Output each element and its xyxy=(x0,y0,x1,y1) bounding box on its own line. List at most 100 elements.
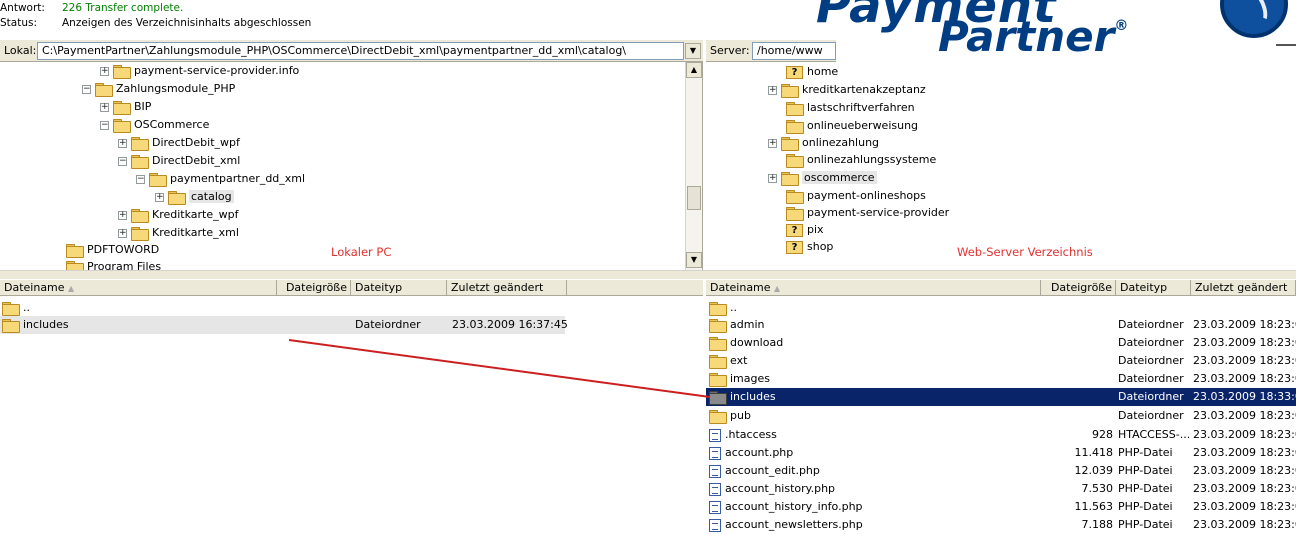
local-path-dropdown[interactable]: ▼ xyxy=(685,43,701,59)
col-modified[interactable]: Zuletzt geändert xyxy=(1191,280,1296,296)
tree-item[interactable]: PDFTOWORD xyxy=(66,241,159,259)
col-type[interactable]: Dateityp xyxy=(1116,280,1191,296)
col-modified[interactable]: Zuletzt geändert xyxy=(447,280,567,296)
collapse-icon[interactable]: − xyxy=(118,156,127,166)
log-value: 226 Transfer complete. xyxy=(62,2,184,14)
tree-item[interactable]: + Kreditkarte_wpf xyxy=(118,206,239,224)
file-name: .. xyxy=(730,301,737,314)
folder-icon xyxy=(786,120,804,134)
expand-icon[interactable]: + xyxy=(100,102,109,112)
file-type: Dateiordner xyxy=(1118,409,1184,422)
col-filename[interactable]: Dateiname ▲ xyxy=(706,280,1041,296)
remote-path-input[interactable]: /home/www xyxy=(752,42,836,60)
folder-icon xyxy=(131,155,149,169)
list-item[interactable]: images Dateiordner 23.03.2009 18:23:0 xyxy=(706,370,1296,388)
list-item[interactable]: download Dateiordner 23.03.2009 18:23:0 xyxy=(706,334,1296,352)
file-name: images xyxy=(730,372,770,385)
tree-item-selected[interactable]: + catalog xyxy=(155,188,234,206)
file-size: 11.418 xyxy=(1074,446,1114,459)
file-name: .. xyxy=(23,301,30,314)
tree-item[interactable]: + onlinezahlung xyxy=(768,134,879,152)
list-item[interactable]: .. xyxy=(0,299,703,317)
tree-item[interactable]: Program Files xyxy=(66,258,161,270)
list-item-selected[interactable]: includes Dateiordner 23.03.2009 16:37:45 xyxy=(0,316,567,334)
list-item-selected[interactable]: includes Dateiordner 23.03.2009 18:33:0 xyxy=(706,388,1296,406)
folder-icon xyxy=(786,154,804,168)
tree-item[interactable]: ? pix xyxy=(786,221,824,239)
scroll-down-button[interactable]: ▼ xyxy=(686,252,702,268)
tree-item[interactable]: + BIP xyxy=(100,98,151,116)
file-name: pub xyxy=(730,409,751,422)
tree-item[interactable]: + Kreditkarte_xml xyxy=(118,224,239,242)
expand-icon[interactable]: + xyxy=(155,192,164,202)
file-type: PHP-Datei xyxy=(1118,500,1173,513)
list-item[interactable]: account_newsletters.php 7.188 PHP-Datei 23.… xyxy=(706,516,1296,534)
tree-item[interactable]: payment-service-provider xyxy=(786,204,949,222)
col-size[interactable]: Dateigröße xyxy=(1041,280,1116,296)
list-item[interactable]: account_edit.php 12.039 PHP-Datei 23.03.200… xyxy=(706,462,1296,480)
file-modified: 23.03.2009 18:23:0 xyxy=(1193,428,1296,441)
list-item[interactable]: ext Dateiordner 23.03.2009 18:23:0 xyxy=(706,352,1296,370)
local-tree-scrollbar[interactable]: ▲ ▼ xyxy=(685,62,702,270)
expand-icon[interactable]: + xyxy=(118,228,127,238)
file-size: 7.530 xyxy=(1081,482,1114,495)
tree-item[interactable]: ? shop xyxy=(786,238,833,256)
col-filename[interactable]: Dateiname ▲ xyxy=(0,280,277,296)
col-size[interactable]: Dateigröße xyxy=(277,280,351,296)
tree-item[interactable]: − OSCommerce xyxy=(100,116,209,134)
file-type: Dateiordner xyxy=(1118,390,1184,403)
expand-icon[interactable]: + xyxy=(768,85,777,95)
expand-icon[interactable]: + xyxy=(118,138,127,148)
tree-item-label: payment-service-provider xyxy=(807,206,950,219)
file-name: account_history.php xyxy=(725,482,836,495)
tree-item[interactable]: + payment-service-provider.info xyxy=(100,62,299,80)
file-modified: 23.03.2009 18:23:0 xyxy=(1193,518,1296,531)
tree-item[interactable]: + DirectDebit_wpf xyxy=(118,134,240,152)
tree-item-label: kreditkartenakzeptanz xyxy=(802,83,926,96)
tree-item[interactable]: + kreditkartenakzeptanz xyxy=(768,81,926,99)
col-type[interactable]: Dateityp xyxy=(351,280,447,296)
tree-item[interactable]: − DirectDebit_xml xyxy=(118,152,240,170)
list-item[interactable]: account_history.php 7.530 PHP-Datei 23.03.2… xyxy=(706,480,1296,498)
file-name: .htaccess xyxy=(725,428,777,441)
expand-icon[interactable]: + xyxy=(768,173,777,183)
folder-icon xyxy=(113,101,131,115)
collapse-icon[interactable]: − xyxy=(136,174,145,184)
tree-item[interactable]: − Zahlungsmodule_PHP xyxy=(82,80,235,98)
tree-item[interactable]: payment-onlineshops xyxy=(786,187,926,205)
tree-item[interactable]: − paymentpartner_dd_xml xyxy=(136,170,305,188)
local-path-input[interactable]: C:\PaymentPartner\Zahlungsmodule_PHP\OSC… xyxy=(37,42,684,60)
folder-icon xyxy=(786,190,804,204)
scroll-up-button[interactable]: ▲ xyxy=(686,62,702,78)
list-item[interactable]: account.php 11.418 PHP-Datei 23.03.2009 18:… xyxy=(706,444,1296,462)
list-item[interactable]: account_history_info.php 11.563 PHP-Datei 2… xyxy=(706,498,1296,516)
list-item[interactable]: .. xyxy=(706,299,1296,317)
tree-item-label: oscommerce xyxy=(802,171,877,184)
file-modified: 23.03.2009 18:23:0 xyxy=(1193,409,1296,422)
expand-icon[interactable]: + xyxy=(768,138,777,148)
expand-icon[interactable]: + xyxy=(118,210,127,220)
collapse-icon[interactable]: − xyxy=(100,120,109,130)
file-modified: 23.03.2009 16:37:45 xyxy=(452,318,567,331)
file-type: PHP-Datei xyxy=(1118,518,1173,531)
message-log: Antwort: 226 Transfer complete. Status: An… xyxy=(0,0,790,34)
folder-icon xyxy=(131,137,149,151)
tree-item-label: DirectDebit_xml xyxy=(152,154,241,167)
tree-item-selected[interactable]: + oscommerce xyxy=(768,169,877,187)
tree-item[interactable]: onlinezahlungssysteme xyxy=(786,151,936,169)
payment-partner-logo: Payment Partner® xyxy=(786,0,1296,62)
tree-item[interactable]: onlineueberweisung xyxy=(786,117,918,135)
list-item[interactable]: pub Dateiordner 23.03.2009 18:23:0 xyxy=(706,407,1296,425)
tree-item[interactable]: lastschriftverfahren xyxy=(786,99,915,117)
folder-icon xyxy=(781,172,799,186)
expand-icon[interactable]: + xyxy=(100,66,109,76)
scroll-thumb[interactable] xyxy=(687,186,701,210)
collapse-icon[interactable]: − xyxy=(82,84,91,94)
list-item[interactable]: .htaccess 928 HTACCESS-... 23.03.2009 18:23… xyxy=(706,426,1296,444)
logo-partner-text: Partner xyxy=(938,12,1115,61)
pane-splitter[interactable] xyxy=(0,270,1296,279)
sort-icon: ▲ xyxy=(774,284,781,293)
tree-item-label: lastschriftverfahren xyxy=(807,101,915,114)
list-item[interactable]: admin Dateiordner 23.03.2009 18:23:0 xyxy=(706,316,1296,334)
tree-item[interactable]: ? home xyxy=(786,63,838,81)
